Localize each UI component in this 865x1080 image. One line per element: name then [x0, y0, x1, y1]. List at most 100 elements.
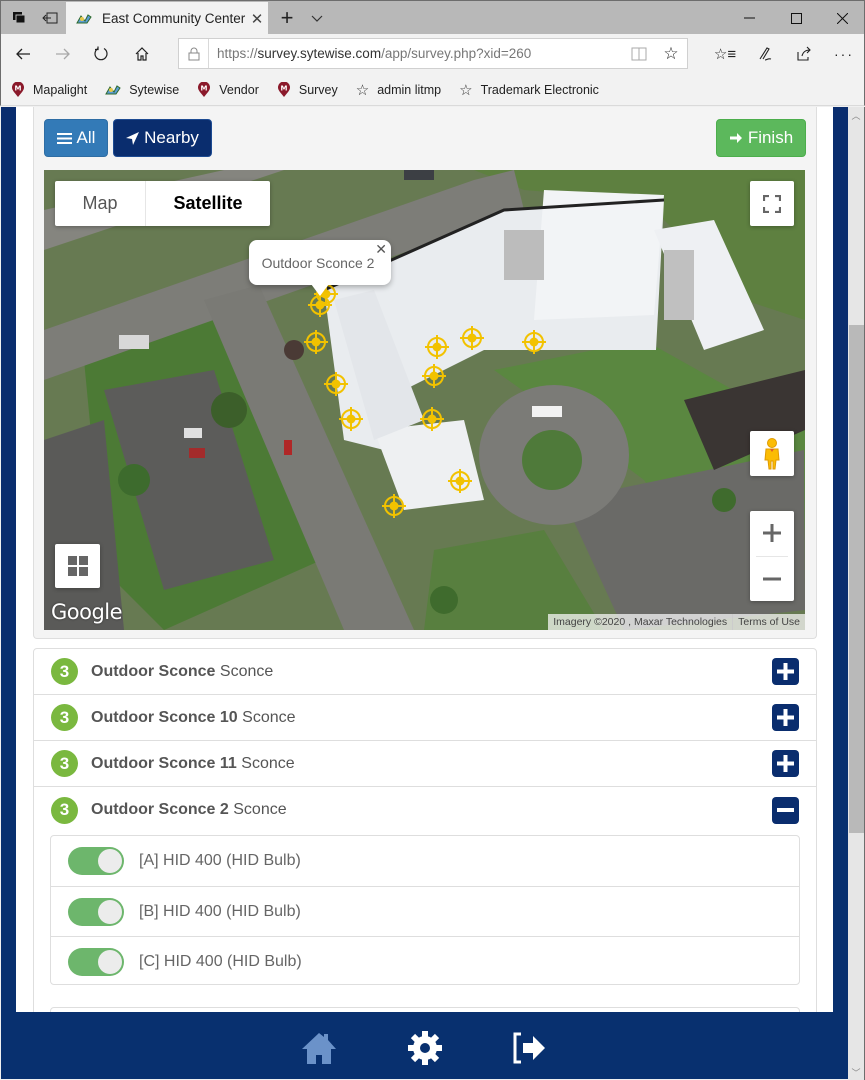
nearby-button-label: Nearby: [144, 128, 199, 147]
location-arrow-icon: [126, 131, 140, 145]
fixture-marker-icon[interactable]: [447, 468, 473, 494]
favorite-label: Trademark Electronic: [480, 82, 599, 97]
map-grid-control-button[interactable]: [55, 544, 100, 588]
all-button[interactable]: All: [44, 119, 108, 157]
bottom-navigation: [1, 1012, 848, 1079]
sytewise-favicon-icon: [76, 13, 92, 23]
scrollbar-thumb[interactable]: [849, 325, 864, 833]
grid-icon: [67, 556, 88, 576]
lock-icon[interactable]: [179, 39, 209, 68]
terms-of-use-link[interactable]: Terms of Use: [732, 614, 805, 630]
settings-nav-button[interactable]: [407, 1030, 443, 1066]
fixture-marker-icon[interactable]: [338, 406, 364, 432]
url-text[interactable]: https://survey.sytewise.com/app/survey.p…: [209, 46, 623, 61]
web-notes-pen-icon[interactable]: [749, 38, 781, 70]
minimize-icon[interactable]: [726, 1, 772, 35]
fixture-name: Outdoor Sconce: [91, 662, 216, 680]
zoom-in-button[interactable]: [750, 511, 794, 556]
set-tabs-aside-icon[interactable]: [34, 1, 66, 35]
plus-icon: [777, 709, 794, 726]
fixture-marker-icon[interactable]: [303, 329, 329, 355]
satellite-map[interactable]: Map Satellite Google Imagery ©2020 , Max…: [44, 170, 805, 630]
maximize-icon[interactable]: [773, 1, 819, 35]
scroll-up-icon[interactable]: ︿: [848, 107, 864, 123]
favorite-label: Mapalight: [33, 82, 88, 97]
map-type-map-button[interactable]: Map: [55, 181, 146, 226]
nearby-button[interactable]: Nearby: [113, 119, 212, 157]
favorite-mapalight[interactable]: M Mapalight: [11, 81, 88, 98]
marker-info-window: Outdoor Sconce 2 ✕: [249, 240, 391, 296]
add-favorite-star-icon[interactable]: ☆: [655, 44, 687, 64]
lamp-toggle-switch[interactable]: [68, 897, 124, 926]
collapse-button[interactable]: [772, 796, 799, 824]
fixture-row[interactable]: 3 Outdoor Sconce Sconce: [34, 649, 816, 695]
fixture-count-badge: 3: [51, 796, 78, 824]
back-arrow-icon[interactable]: [7, 38, 39, 70]
fixture-marker-icon[interactable]: [323, 371, 349, 397]
lamp-toggle-switch[interactable]: [68, 947, 124, 976]
map-attribution: Imagery ©2020 , Maxar Technologies Terms…: [548, 614, 805, 630]
arrow-right-icon: [729, 133, 742, 143]
favorite-trademark-electronic[interactable]: ☆ Trademark Electronic: [459, 81, 599, 99]
favorite-vendor[interactable]: M Vendor: [197, 81, 259, 98]
expand-button[interactable]: [772, 658, 799, 685]
expand-button[interactable]: [772, 704, 799, 731]
fixture-title: Outdoor Sconce 11 Sconce: [91, 755, 295, 773]
lamp-label: [C] HID 400 (HID Bulb): [139, 952, 302, 970]
info-window-close-icon[interactable]: ✕: [375, 241, 387, 258]
page-scrollbar[interactable]: ︿ ﹀: [848, 107, 865, 1080]
fixture-row-expanded[interactable]: 3 Outdoor Sconce 2 Sconce: [34, 787, 816, 833]
lamp-list: [A] HID 400 (HID Bulb) [B] HID 400 (HID …: [50, 835, 800, 985]
address-bar[interactable]: https://survey.sytewise.com/app/survey.p…: [178, 38, 688, 69]
lamp-toggle-switch[interactable]: [68, 847, 124, 875]
gear-icon: [408, 1031, 442, 1065]
fixture-marker-icon[interactable]: [424, 334, 450, 360]
fixture-title: Outdoor Sconce 10 Sconce: [91, 709, 296, 727]
reading-view-icon[interactable]: [623, 47, 655, 61]
fixture-marker-icon[interactable]: [521, 329, 547, 355]
favorite-sytewise[interactable]: Sytewise: [105, 83, 179, 97]
map-type-control: Map Satellite: [55, 181, 270, 226]
tab-close-icon[interactable]: ✕: [246, 10, 268, 28]
fixture-name: Outdoor Sconce 10: [91, 708, 238, 726]
tab-actions-icon[interactable]: [3, 1, 35, 35]
favorite-survey[interactable]: M Survey: [277, 81, 338, 98]
browser-navbar: https://survey.sytewise.com/app/survey.p…: [0, 34, 865, 74]
fixture-marker-icon[interactable]: [419, 406, 445, 432]
refresh-icon[interactable]: [85, 38, 117, 70]
mapalight-icon: M: [12, 81, 24, 97]
info-window-text: Outdoor Sconce 2: [261, 254, 375, 271]
logout-nav-button[interactable]: [511, 1030, 547, 1066]
home-nav-button[interactable]: [301, 1030, 337, 1066]
sign-out-icon: [513, 1032, 545, 1064]
browser-titlebar: East Community Center ✕ +: [0, 0, 865, 35]
more-menu-icon[interactable]: ···: [828, 38, 860, 70]
zoom-out-button[interactable]: [750, 556, 794, 601]
favorite-admin-litmp[interactable]: ☆ admin litmp: [356, 81, 441, 99]
tab-list-chevron-icon[interactable]: [304, 1, 330, 35]
fixture-marker-icon[interactable]: [459, 325, 485, 351]
expand-button[interactable]: [772, 750, 799, 777]
fixture-marker-icon[interactable]: [421, 363, 447, 389]
home-icon: [302, 1033, 336, 1064]
share-icon[interactable]: [788, 38, 820, 70]
fixture-type: Sconce: [241, 754, 295, 772]
favorites-list-icon[interactable]: ☆≡: [709, 38, 741, 70]
home-icon[interactable]: [126, 38, 158, 70]
map-type-satellite-button[interactable]: Satellite: [146, 181, 270, 226]
fullscreen-button[interactable]: [750, 181, 794, 226]
street-view-pegman-button[interactable]: [750, 431, 794, 476]
fixture-row[interactable]: 3 Outdoor Sconce 10 Sconce: [34, 695, 816, 741]
scroll-down-icon[interactable]: ﹀: [848, 1064, 864, 1080]
new-tab-icon[interactable]: +: [273, 1, 301, 35]
fixture-marker-icon[interactable]: [381, 493, 407, 519]
pegman-icon: [764, 437, 780, 469]
fixture-row[interactable]: 3 Outdoor Sconce 11 Sconce: [34, 741, 816, 787]
tab-east-community-center[interactable]: East Community Center ✕: [66, 2, 268, 35]
zoom-control: [750, 511, 794, 601]
tab-title: East Community Center: [102, 11, 246, 26]
forward-arrow-icon[interactable]: [47, 38, 79, 70]
fixture-type: Sconce: [233, 801, 287, 818]
close-window-icon[interactable]: [819, 1, 865, 35]
finish-button[interactable]: Finish: [716, 119, 806, 157]
